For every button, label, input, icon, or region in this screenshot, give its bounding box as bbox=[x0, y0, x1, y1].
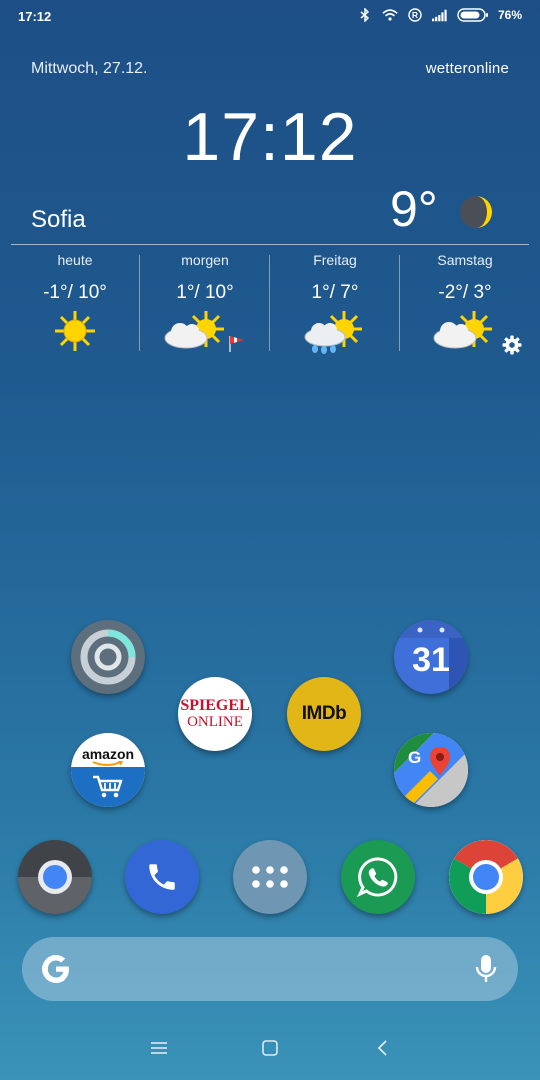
app-chrome[interactable] bbox=[449, 840, 523, 914]
forecast-day-name: heute bbox=[57, 252, 93, 268]
svg-text:R: R bbox=[412, 10, 418, 20]
bluetooth-icon bbox=[357, 7, 373, 23]
google-icon[interactable] bbox=[40, 953, 72, 990]
widget-clock[interactable]: 17:12 bbox=[0, 98, 540, 176]
spiegel-label: SPIEGEL bbox=[180, 697, 250, 714]
status-time: 17:12 bbox=[18, 9, 52, 24]
registered-icon: R bbox=[407, 7, 423, 23]
back-nav-icon[interactable] bbox=[371, 1036, 395, 1060]
phone-icon bbox=[149, 864, 175, 890]
forecast-day-name: Samstag bbox=[437, 252, 493, 268]
microphone-icon[interactable] bbox=[474, 953, 498, 990]
svg-text:G: G bbox=[408, 748, 421, 767]
forecast-day-morgen[interactable]: morgen 1°/ 10° bbox=[140, 252, 270, 352]
widget-settings-gear-icon[interactable] bbox=[502, 335, 522, 360]
imdb-label: IMDb bbox=[301, 703, 347, 724]
battery-icon bbox=[457, 7, 489, 23]
forecast-day-samstag[interactable]: Samstag -2°/ 3° bbox=[400, 252, 530, 349]
forecast-day-heute[interactable]: heute -1°/ 10° bbox=[10, 252, 140, 351]
wind-flag-icon bbox=[229, 336, 244, 352]
app-phone[interactable] bbox=[125, 840, 199, 914]
sun-icon bbox=[10, 310, 140, 360]
cart-icon bbox=[71, 767, 145, 807]
app-spiegel-online[interactable]: SPIEGEL ONLINE bbox=[178, 677, 252, 751]
home-nav-icon[interactable] bbox=[258, 1036, 282, 1060]
app-whatsapp[interactable] bbox=[341, 840, 415, 914]
forecast-day-freitag[interactable]: Freitag 1°/ 7° bbox=[270, 252, 400, 354]
status-icons: R 76% bbox=[357, 7, 522, 23]
forecast-temp: 1°/ 10° bbox=[176, 282, 234, 303]
app-amazon[interactable]: amazon bbox=[71, 733, 145, 807]
forecast-day-name: morgen bbox=[181, 252, 229, 268]
forecast-temp: 1°/ 7° bbox=[311, 282, 359, 303]
app-camera[interactable] bbox=[18, 840, 92, 914]
battery-percent: 76% bbox=[497, 8, 522, 22]
app-calendar[interactable]: 31 bbox=[394, 620, 468, 694]
widget-city[interactable]: Sofia bbox=[31, 206, 86, 234]
sun-cloud-rain-icon bbox=[270, 310, 400, 360]
signal-icon bbox=[431, 7, 448, 23]
calendar-day: 31 bbox=[412, 640, 450, 679]
grid-dots-icon bbox=[252, 866, 288, 888]
widget-divider bbox=[11, 244, 529, 245]
app-ring-icon[interactable] bbox=[71, 620, 145, 694]
forecast-temp: -2°/ 3° bbox=[438, 282, 492, 303]
wetteronline-logo[interactable]: wetteronline bbox=[426, 60, 509, 77]
wifi-icon bbox=[382, 7, 398, 23]
online-label: ONLINE bbox=[187, 714, 243, 730]
app-google-maps[interactable]: G bbox=[394, 733, 468, 807]
forecast-temp: -1°/ 10° bbox=[43, 282, 107, 303]
sun-cloud-icon bbox=[140, 310, 270, 360]
app-imdb[interactable]: IMDb bbox=[287, 677, 361, 751]
google-search-bar[interactable] bbox=[22, 937, 518, 1001]
amazon-label: amazon bbox=[81, 746, 135, 762]
app-drawer-button[interactable] bbox=[233, 840, 307, 914]
whatsapp-icon bbox=[356, 857, 398, 898]
moon-icon bbox=[456, 192, 496, 237]
menu-nav-icon[interactable] bbox=[147, 1036, 171, 1060]
widget-date: Mittwoch, 27.12. bbox=[31, 60, 148, 77]
forecast-day-name: Freitag bbox=[313, 252, 357, 268]
current-temperature[interactable]: 9° bbox=[390, 180, 438, 238]
